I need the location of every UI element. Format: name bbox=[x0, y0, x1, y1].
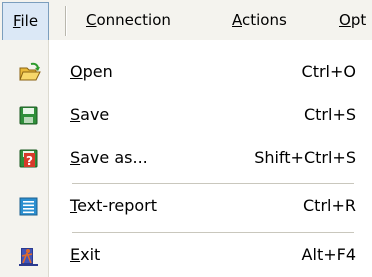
save-as-icon: ? bbox=[18, 148, 40, 168]
menu-actions[interactable]: Actions bbox=[232, 0, 287, 40]
menu-item-open[interactable]: Open Ctrl+O bbox=[0, 52, 372, 92]
menu-item-text-report[interactable]: Text-report Ctrl+R bbox=[0, 186, 372, 226]
menu-item-save-as[interactable]: ? Save as... Shift+Ctrl+S bbox=[0, 138, 372, 178]
menu-item-save[interactable]: Save Ctrl+S bbox=[0, 95, 372, 135]
menu-item-label: Open bbox=[70, 62, 113, 81]
menu-options[interactable]: Opt bbox=[339, 0, 366, 40]
file-menu-dropdown: Open Ctrl+O Save Ctrl+S ? Save as... Shi… bbox=[0, 40, 372, 277]
text-report-icon bbox=[18, 196, 40, 216]
menu-item-shortcut: Ctrl+O bbox=[301, 62, 356, 81]
menu-separator bbox=[72, 183, 354, 184]
save-icon bbox=[18, 105, 40, 125]
menu-separator bbox=[65, 6, 67, 36]
menu-item-shortcut: Ctrl+S bbox=[303, 105, 356, 124]
menu-connection[interactable]: Connection bbox=[86, 0, 171, 40]
menu-item-label: Save as... bbox=[70, 148, 148, 167]
menu-item-shortcut: Alt+F4 bbox=[301, 245, 356, 264]
exit-door-icon bbox=[18, 245, 40, 266]
menu-item-label: Save bbox=[70, 105, 110, 124]
menu-item-label: Exit bbox=[70, 245, 101, 264]
menu-file[interactable]: File bbox=[2, 2, 49, 40]
open-folder-icon bbox=[18, 62, 41, 82]
menu-item-exit[interactable]: Exit Alt+F4 bbox=[0, 235, 372, 275]
menu-item-shortcut: Shift+Ctrl+S bbox=[254, 148, 356, 167]
menu-bar: File Connection Actions Opt bbox=[0, 0, 372, 41]
menu-item-label: Text-report bbox=[70, 196, 158, 215]
menu-item-shortcut: Ctrl+R bbox=[303, 196, 356, 215]
menu-separator bbox=[72, 232, 354, 233]
svg-text:?: ? bbox=[26, 154, 33, 168]
